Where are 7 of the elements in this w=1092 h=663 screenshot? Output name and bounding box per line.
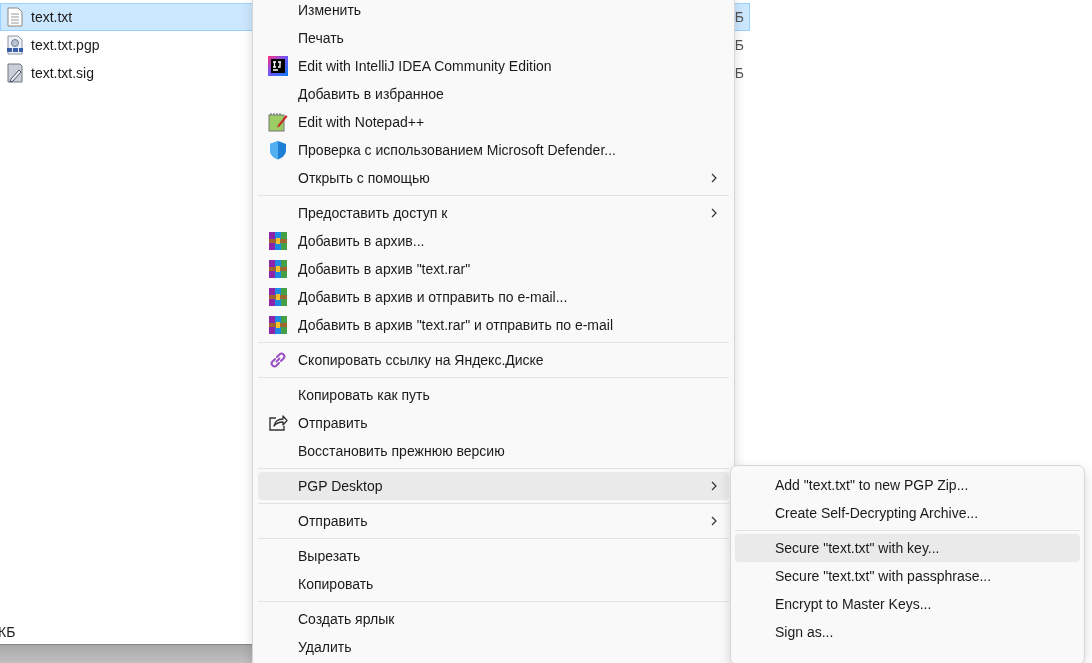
file-name: text.txt.pgp — [31, 37, 100, 53]
file-size: Б — [734, 9, 744, 25]
file-name: text.txt — [31, 9, 73, 25]
file-size: Б — [734, 65, 744, 81]
file-name: text.txt.sig — [31, 65, 95, 81]
file-size: Б — [734, 37, 744, 53]
status-text: КБ — [0, 623, 16, 640]
